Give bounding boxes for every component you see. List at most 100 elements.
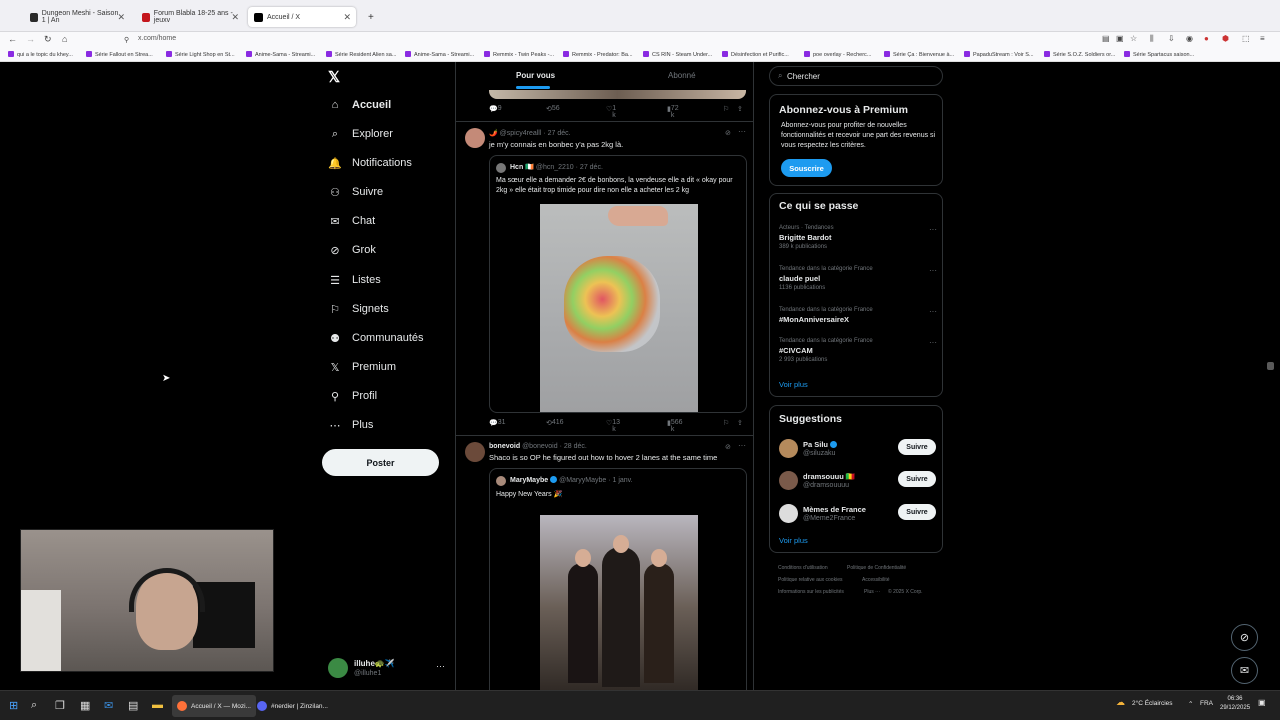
avatar[interactable] — [465, 128, 485, 148]
like-button[interactable]: ♡ 1 k — [606, 105, 616, 119]
extensions-icon[interactable]: ⬚ — [1242, 34, 1250, 43]
close-tab-icon[interactable]: ✕ — [117, 12, 125, 23]
bookmark[interactable]: Remmix - Predator: Ba... — [563, 51, 633, 58]
taskbar-app-firefox[interactable]: Accueil / X — Mozi... — [172, 695, 256, 717]
new-tab-button[interactable]: + — [362, 7, 376, 27]
library-icon[interactable]: ⫼ — [1150, 34, 1154, 44]
grok-icon[interactable]: ⊘ — [725, 129, 731, 137]
bookmark[interactable]: Série Fallout en Strea... — [86, 51, 153, 58]
subscribe-button[interactable]: Souscrire — [781, 159, 832, 177]
reply-button[interactable]: 💬 9 — [489, 105, 502, 113]
repost-button[interactable]: ⟲ 416 — [546, 419, 564, 427]
file-explorer-icon[interactable]: ▬ — [152, 699, 163, 711]
trend-item[interactable]: Acteurs · Tendances Brigitte Bardot 389 … — [779, 225, 937, 250]
forward-icon[interactable]: → — [26, 34, 35, 44]
suggestion-item[interactable]: Mèmes de France @Meme2France Suivre — [779, 502, 937, 528]
bookmark[interactable]: Série Spartacus saison... — [1124, 51, 1194, 58]
bookmark[interactable]: Série Resident Alien sa... — [326, 51, 396, 58]
show-more-link[interactable]: Voir plus — [779, 536, 808, 545]
weather-text[interactable]: 2°C Éclaircies — [1132, 700, 1173, 707]
bookmark[interactable]: Série Ça : Bienvenue à... — [884, 51, 954, 58]
bookmark[interactable]: Anime-Sama - Streami... — [405, 51, 474, 58]
party-photo-image[interactable] — [540, 515, 698, 692]
nav-explore[interactable]: ⌕ Explorer — [328, 123, 393, 145]
bookmark[interactable]: Remmix - Twin Peaks -... — [484, 51, 554, 58]
footer-link[interactable]: Conditions d'utilisation — [778, 565, 828, 571]
reply-button[interactable]: 💬 31 — [489, 419, 506, 427]
suggestion-item[interactable]: Pa Silu @siluzaku Suivre — [779, 437, 937, 463]
nav-follow[interactable]: ⚇ Suivre — [328, 181, 383, 203]
star-icon[interactable]: ☆ — [1130, 34, 1137, 43]
windows-start-icon[interactable]: ⊞ — [9, 699, 18, 712]
views-count[interactable]: ▮ 72 k — [667, 105, 679, 119]
back-icon[interactable]: ← — [8, 34, 17, 44]
post-button[interactable]: Poster — [322, 449, 439, 476]
footer-link[interactable]: Plus ··· — [864, 589, 880, 595]
reader-icon[interactable]: ▤ — [1102, 34, 1110, 43]
scrollbar-thumb[interactable] — [1267, 362, 1274, 370]
trend-item[interactable]: Tendance dans la catégorie France claude… — [779, 266, 937, 291]
x-logo-icon[interactable]: 𝕏 — [328, 68, 340, 86]
avatar[interactable] — [465, 442, 485, 462]
follow-button[interactable]: Suivre — [898, 439, 936, 455]
menu-icon[interactable]: ≡ — [1260, 34, 1265, 43]
more-icon[interactable]: ··· — [929, 225, 937, 234]
more-icon[interactable]: ··· — [738, 441, 746, 450]
candy-bag-image[interactable] — [540, 204, 698, 412]
like-button[interactable]: ♡ 13 k — [606, 419, 620, 433]
task-view-icon[interactable]: ❐ — [55, 699, 65, 712]
more-icon[interactable]: ··· — [929, 338, 937, 347]
nav-lists[interactable]: ☰ Listes — [328, 269, 381, 291]
nav-premium[interactable]: 𝕏 Premium — [328, 356, 396, 378]
footer-link[interactable]: Politique de Confidentialité — [847, 565, 906, 571]
account-icon[interactable]: ◉ — [1186, 34, 1193, 43]
more-icon[interactable]: ··· — [929, 266, 937, 275]
trend-item[interactable]: Tendance dans la catégorie France #CIVCA… — [779, 338, 937, 363]
ublock-icon[interactable]: ⬢ — [1222, 34, 1229, 43]
tab-following[interactable]: Abonné — [668, 71, 696, 80]
follow-button[interactable]: Suivre — [898, 504, 936, 520]
bookmark[interactable]: qui a le topic du khey... — [8, 51, 73, 58]
quoted-tweet[interactable]: Hcn 🇮🇪 @hcn_2210 · 27 déc. Ma sœur elle … — [489, 155, 747, 413]
nav-chat[interactable]: ✉ Chat — [328, 210, 375, 232]
share-icon[interactable]: ⇪ — [737, 419, 743, 427]
share-icon[interactable]: ⇪ — [737, 105, 743, 113]
download-icon[interactable]: ⇩ — [1168, 34, 1175, 43]
bookmark[interactable]: PapaduStream : Voir S... — [964, 51, 1034, 58]
nav-more[interactable]: ⋯ Plus — [328, 414, 374, 436]
bookmark[interactable]: Série S.O.Z. Soldiers or... — [1044, 51, 1115, 58]
bookmark[interactable]: Série Light Shop en St... — [166, 51, 235, 58]
browser-tab[interactable]: Dungeon Meshi - Saison 1 | An ✕ — [24, 7, 130, 27]
close-tab-icon[interactable]: ✕ — [343, 12, 351, 23]
bookmark[interactable]: poe overlay - Recherc... — [804, 51, 871, 58]
previous-tweet-image[interactable] — [489, 90, 746, 99]
trend-item[interactable]: Tendance dans la catégorie France #MonAn… — [779, 307, 937, 324]
bookmark-icon[interactable]: ⚐ — [723, 105, 729, 113]
close-tab-icon[interactable]: ✕ — [231, 12, 239, 23]
footer-link[interactable]: Informations sur les publicités — [778, 589, 844, 595]
bookmark[interactable]: CS RIN - Steam Under... — [643, 51, 712, 58]
grok-button[interactable]: ⊘ — [1231, 624, 1258, 651]
show-more-link[interactable]: Voir plus — [779, 380, 808, 389]
nav-profile[interactable]: ⚲ Profil — [328, 385, 377, 407]
taskbar-app-discord[interactable]: #nerdier | Zinzilan... — [252, 695, 333, 717]
quoted-tweet[interactable]: MaryMaybe @MaryyMaybe · 1 janv. Happy Ne… — [489, 468, 747, 692]
repost-button[interactable]: ⟲ 56 — [546, 105, 560, 113]
search-input[interactable]: ⌕ Chercher — [769, 66, 943, 86]
bookmark-icon[interactable]: ⚐ — [723, 419, 729, 427]
nav-communities[interactable]: ⚉ Communautés — [328, 327, 423, 349]
account-switcher[interactable]: illuhe🐢✈️ @illuhe1 ··· — [328, 656, 448, 682]
nav-grok[interactable]: ⊘ Grok — [328, 239, 375, 261]
screenshot-icon[interactable]: ▣ — [1116, 34, 1124, 43]
extension-icon[interactable]: ● — [1204, 34, 1209, 43]
more-icon[interactable]: ··· — [738, 127, 746, 136]
url-field[interactable]: x.com/home — [138, 35, 176, 42]
browser-tab[interactable]: Forum Blabla 18-25 ans - jeuxv ✕ — [136, 7, 244, 27]
nav-notifications[interactable]: 🔔 Notifications — [328, 152, 412, 174]
more-icon[interactable]: ··· — [929, 307, 937, 316]
bookmark[interactable]: Anime-Sama - Streami... — [246, 51, 315, 58]
views-count[interactable]: ▮ 566 k — [667, 419, 683, 433]
follow-button[interactable]: Suivre — [898, 471, 936, 487]
grok-icon[interactable]: ⊘ — [725, 443, 731, 451]
language-indicator[interactable]: FRA — [1200, 700, 1213, 707]
